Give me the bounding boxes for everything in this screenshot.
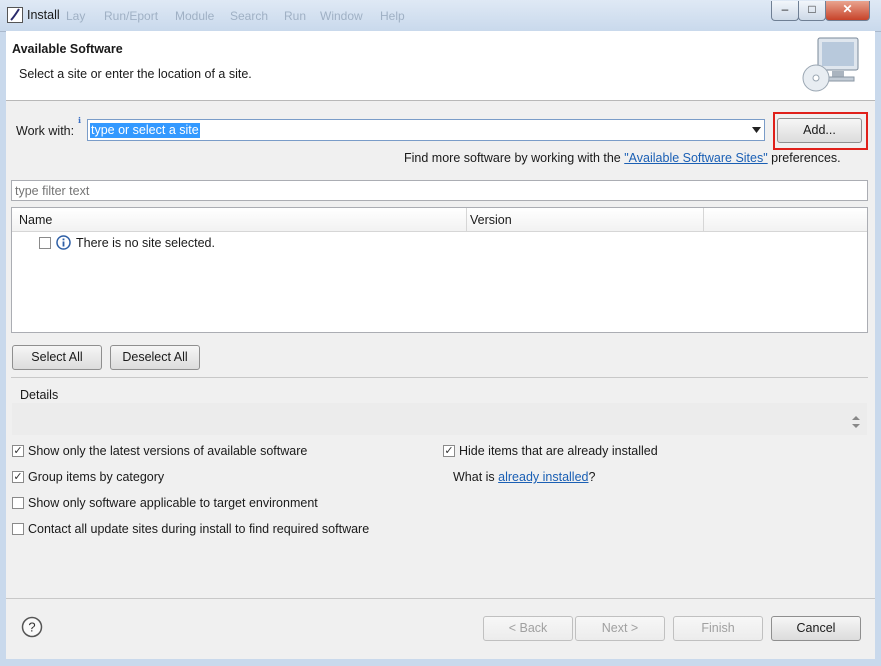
close-button[interactable]: ✕ [825,1,870,21]
find-more-text: Find more software by working with the "… [404,151,841,165]
info-decorator-icon: ℹ [78,116,82,125]
details-label: Details [20,388,59,402]
minimize-button[interactable]: ‒ [771,1,799,21]
filter-input[interactable] [11,180,868,201]
software-table[interactable]: Name Version There is no site selected. [11,207,868,333]
svg-text:?: ? [28,620,35,635]
show-latest-checkbox[interactable]: ✓ [12,445,24,457]
contact-all-checkbox[interactable] [12,523,24,535]
table-row[interactable]: There is no site selected. [12,232,867,252]
wizard-header: Available Software Select a site or ente… [6,31,875,101]
separator [11,377,868,378]
menu-ghost-1: Run/Eport [104,9,159,23]
menu-ghost-5: Window [320,9,363,23]
window-frame-bottom [0,659,881,666]
menu-ghost-6: Help [380,9,405,23]
page-title: Available Software [12,42,123,56]
help-icon[interactable]: ? [21,616,43,638]
details-area[interactable] [12,403,867,435]
row-checkbox[interactable] [39,237,51,249]
table-header: Name Version [12,208,867,232]
column-version[interactable]: Version [470,213,512,227]
info-icon [56,235,71,250]
work-with-input[interactable]: type or select a site [90,123,200,138]
eclipse-icon [7,7,23,23]
what-is-suffix: ? [588,470,596,484]
applicable-only-checkbox[interactable] [12,497,24,509]
footer-separator [6,598,875,599]
column-divider[interactable] [703,208,704,231]
window-title: Install [27,8,60,22]
show-latest-label: Show only the latest versions of availab… [28,444,308,458]
title-bar[interactable]: Install Lay Run/Eport Module Search Run … [0,0,881,32]
add-site-button[interactable]: Add... [777,118,862,143]
window-frame-right [875,31,881,666]
what-is-prefix: What is [453,470,499,484]
empty-message: There is no site selected. [76,236,215,250]
deselect-all-button[interactable]: Deselect All [110,345,200,370]
find-more-prefix: Find more software by working with the [404,151,625,165]
column-divider[interactable] [466,208,467,231]
column-name[interactable]: Name [19,213,52,227]
work-with-combo[interactable]: type or select a site [87,119,765,141]
what-is-installed-text: What is already installed? [453,470,595,484]
already-installed-link[interactable]: already installed [498,470,588,484]
group-by-category-checkbox[interactable]: ✓ [12,471,24,483]
find-more-suffix: preferences. [767,151,841,165]
work-with-label: Work with: [16,124,75,138]
menu-ghost-4: Run [284,9,307,23]
cancel-button[interactable]: Cancel [771,616,861,641]
page-subtitle: Select a site or enter the location of a… [19,67,252,81]
menu-ghost-2: Module [175,9,215,23]
next-button[interactable]: Next > [575,616,665,641]
available-sites-link[interactable]: "Available Software Sites" [624,151,767,165]
select-all-button[interactable]: Select All [12,345,102,370]
back-button[interactable]: < Back [483,616,573,641]
maximize-button[interactable]: □ [798,1,826,21]
monitor-cd-icon [802,37,859,92]
finish-button[interactable]: Finish [673,616,763,641]
menu-ghost-3: Search [230,9,269,23]
hide-installed-checkbox[interactable]: ✓ [443,445,455,457]
group-by-category-label: Group items by category [28,470,165,484]
dropdown-arrow-icon[interactable] [752,127,761,133]
contact-all-label: Contact all update sites during install … [28,522,370,536]
scroll-arrows-icon[interactable] [852,415,860,429]
hide-installed-label: Hide items that are already installed [459,444,658,458]
applicable-only-label: Show only software applicable to target … [28,496,318,510]
menu-ghost-0: Lay [66,9,86,23]
